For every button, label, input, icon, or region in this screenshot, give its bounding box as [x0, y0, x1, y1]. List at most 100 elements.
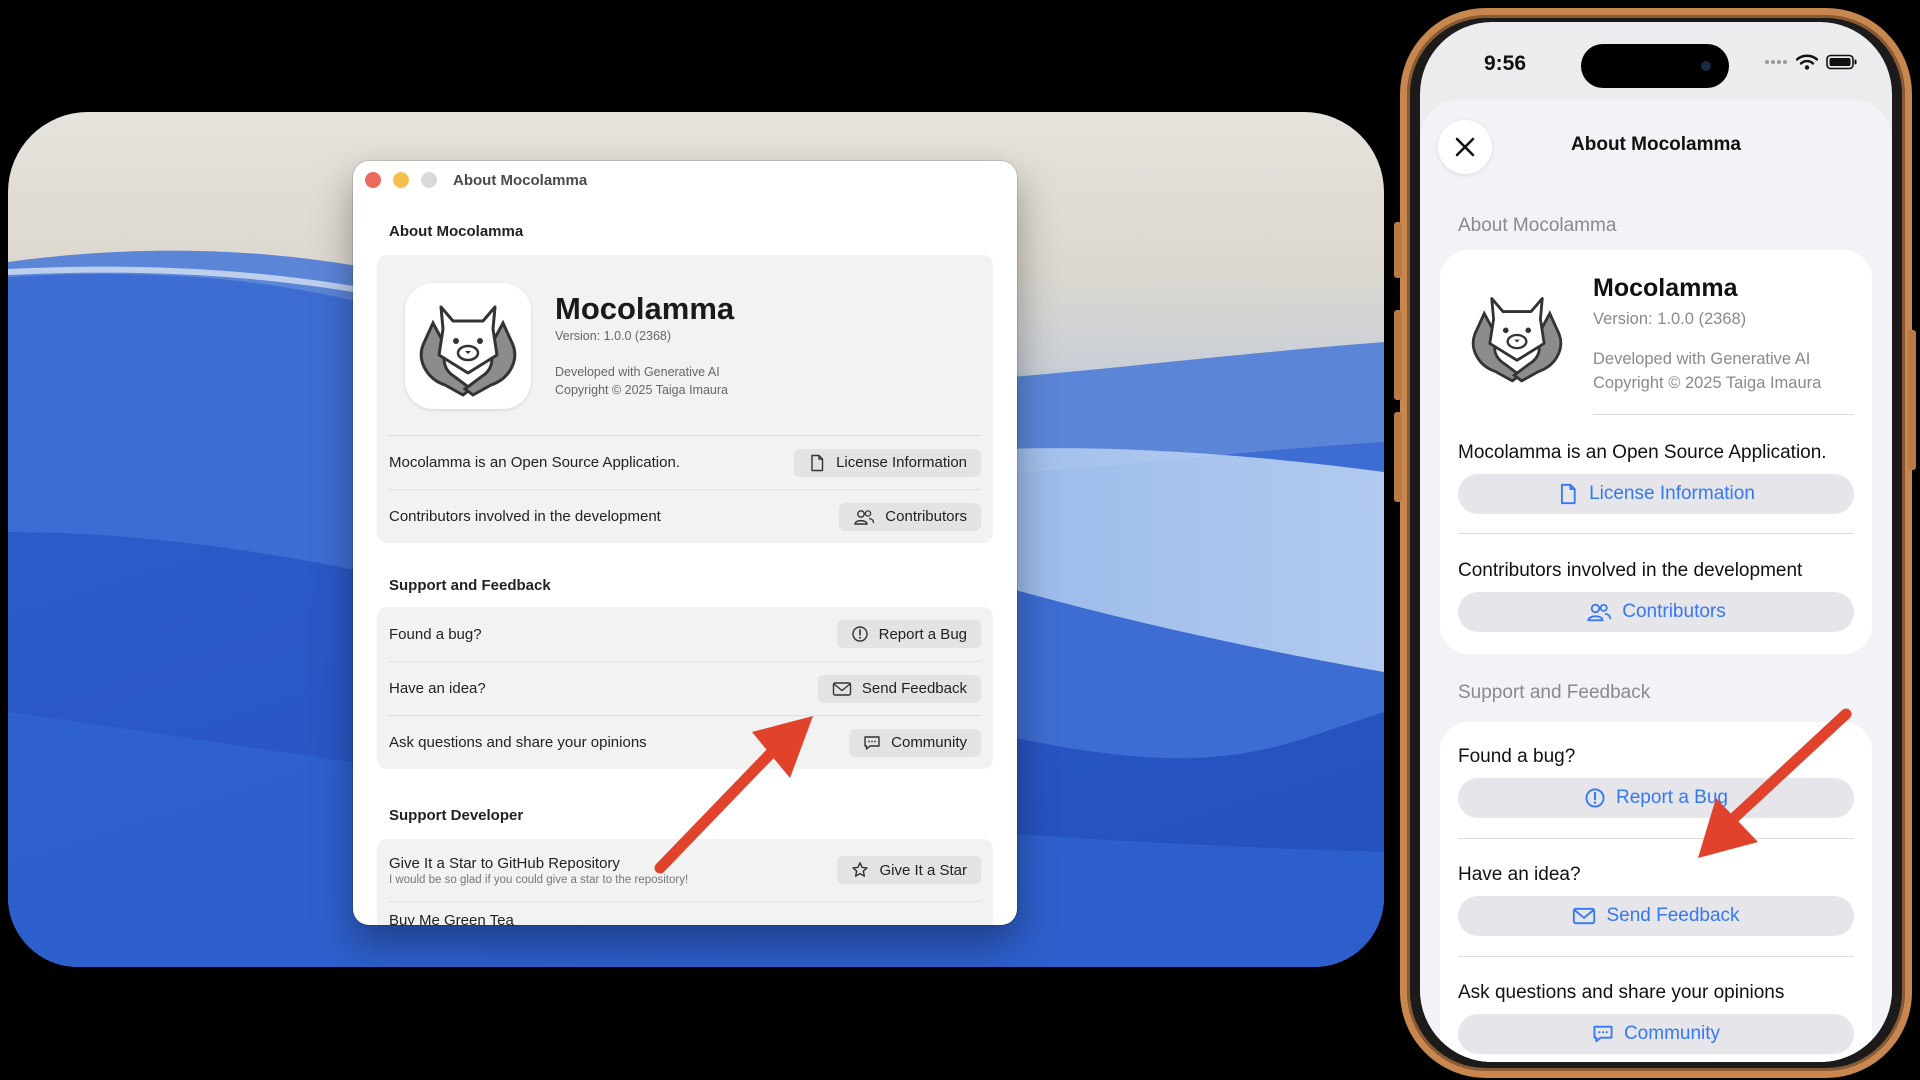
- p-idea-label: Have an idea?: [1458, 864, 1581, 885]
- window-title: About Mocolamma: [453, 172, 588, 189]
- section-title-support: Support and Feedback: [389, 577, 551, 594]
- chat-bubble-icon: [864, 735, 880, 750]
- star-row: Give It a Star to GitHub Repository I wo…: [389, 839, 981, 901]
- contributors-row: Contributors involved in the development…: [389, 489, 981, 543]
- p-contributors-button[interactable]: Contributors: [1458, 592, 1854, 632]
- iphone-screen: 9:56 About Mocolamma About Mocolamma Moc…: [1420, 22, 1892, 1062]
- status-time: 9:56: [1484, 52, 1527, 75]
- p-developed-text: Developed with Generative AI: [1593, 350, 1811, 368]
- p-section-about: About Mocolamma: [1458, 215, 1617, 236]
- contributors-button-label: Contributors: [885, 508, 967, 525]
- developed-text: Developed with Generative AI: [555, 365, 720, 379]
- envelope-icon: [832, 681, 852, 696]
- phone-action-button: [1394, 222, 1402, 278]
- exclamation-circle-icon: [851, 626, 868, 642]
- exclamation-circle-icon: [1585, 788, 1605, 808]
- dynamic-island: [1581, 44, 1729, 88]
- llama-wrench-icon: [419, 305, 517, 397]
- version-text: Version: 1.0.0 (2368): [555, 329, 672, 343]
- developer-card: Give It a Star to GitHub Repository I wo…: [377, 839, 993, 925]
- star-row-text: Give It a Star to GitHub Repository I wo…: [389, 855, 688, 886]
- p-version-text: Version: 1.0.0 (2368): [1593, 310, 1747, 328]
- send-feedback-button-label: Send Feedback: [861, 680, 967, 697]
- p-contributors-label: Contributors involved in the development: [1458, 560, 1803, 581]
- signal-dots-icon: [1765, 60, 1787, 64]
- idea-row-label: Have an idea?: [389, 680, 486, 697]
- document-icon: [1561, 483, 1576, 505]
- p-license-information-button[interactable]: License Information: [1458, 474, 1854, 514]
- status-icons: [1764, 54, 1858, 70]
- p-community-label: Ask questions and share your opinions: [1458, 982, 1785, 1003]
- people-icon: [1587, 603, 1612, 622]
- p-community-button-label: Community: [1623, 1023, 1721, 1044]
- copyright-text: Copyright © 2025 Taiga Imaura: [555, 383, 728, 397]
- license-button-label: License Information: [836, 454, 967, 471]
- bug-row: Found a bug? Report a Bug: [389, 607, 981, 661]
- window-titlebar: About Mocolamma: [353, 161, 1017, 201]
- document-icon: [811, 454, 824, 471]
- zoom-window-button[interactable]: [421, 172, 437, 188]
- phone-side-button: [1908, 330, 1916, 470]
- contributors-button[interactable]: Contributors: [839, 502, 981, 531]
- p-report-bug-button[interactable]: Report a Bug: [1458, 778, 1854, 818]
- sheet-title: About Mocolamma: [1571, 134, 1741, 155]
- star-icon: [852, 862, 869, 877]
- p-send-feedback-button-label: Send Feedback: [1606, 905, 1740, 926]
- report-bug-button[interactable]: Report a Bug: [836, 620, 981, 648]
- section-title-about: About Mocolamma: [389, 223, 524, 240]
- wifi-icon: [1796, 54, 1818, 70]
- about-card: Mocolamma Version: 1.0.0 (2368) Develope…: [377, 255, 993, 543]
- llama-wrench-icon: [1471, 297, 1563, 383]
- about-sheet: About Mocolamma About Mocolamma Mocolamm…: [1420, 100, 1892, 1062]
- license-information-button[interactable]: License Information: [794, 448, 981, 477]
- p-send-feedback-button[interactable]: Send Feedback: [1458, 896, 1854, 936]
- phone-volume-down-button: [1394, 412, 1402, 502]
- p-app-name: Mocolamma: [1593, 274, 1738, 302]
- p-support-card: Found a bug? Report a Bug Have an idea? …: [1440, 722, 1872, 1062]
- divider: [1458, 533, 1854, 534]
- license-row-label: Mocolamma is an Open Source Application.: [389, 454, 680, 471]
- camera-icon: [1701, 61, 1711, 71]
- chat-bubble-icon: [1593, 1025, 1613, 1043]
- p-contributors-button-label: Contributors: [1622, 601, 1726, 622]
- p-about-card: Mocolamma Version: 1.0.0 (2368) Develope…: [1440, 250, 1872, 654]
- community-row-label: Ask questions and share your opinions: [389, 734, 647, 751]
- minimize-window-button[interactable]: [393, 172, 409, 188]
- p-report-bug-button-label: Report a Bug: [1616, 787, 1728, 808]
- bug-row-label: Found a bug?: [389, 625, 482, 643]
- app-name: Mocolamma: [555, 291, 735, 326]
- divider: [1593, 414, 1854, 415]
- p-section-support: Support and Feedback: [1458, 682, 1651, 703]
- star-row-label: Give It a Star to GitHub Repository: [389, 854, 620, 872]
- p-app-icon: [1458, 276, 1576, 394]
- community-row: Ask questions and share your opinions Co…: [389, 715, 981, 769]
- app-icon: [405, 283, 531, 409]
- contributors-row-label: Contributors involved in the development: [389, 508, 661, 525]
- section-title-developer: Support Developer: [389, 807, 524, 824]
- composite-screenshot: About Mocolamma About Mocolamma Mocolamm…: [0, 0, 1920, 1080]
- give-star-button-label: Give It a Star: [879, 861, 967, 879]
- p-open-source-label: Mocolamma is an Open Source Application.: [1458, 442, 1827, 463]
- license-row: Mocolamma is an Open Source Application.…: [389, 435, 981, 489]
- community-button-label: Community: [891, 734, 967, 751]
- divider: [1458, 956, 1854, 957]
- p-bug-label: Found a bug?: [1458, 746, 1576, 767]
- report-bug-button-label: Report a Bug: [878, 625, 967, 643]
- about-window: About Mocolamma About Mocolamma Mocolamm…: [353, 161, 1017, 925]
- people-icon: [854, 509, 875, 525]
- close-window-button[interactable]: [365, 172, 381, 188]
- phone-volume-up-button: [1394, 310, 1402, 400]
- p-community-button[interactable]: Community: [1458, 1014, 1854, 1054]
- support-card: Found a bug? Report a Bug Have an idea? …: [377, 607, 993, 769]
- send-feedback-button[interactable]: Send Feedback: [817, 674, 981, 703]
- star-row-sublabel: I would be so glad if you could give a s…: [389, 873, 689, 886]
- idea-row: Have an idea? Send Feedback: [389, 661, 981, 715]
- p-license-button-label: License Information: [1589, 483, 1755, 504]
- community-button[interactable]: Community: [849, 728, 981, 757]
- green-tea-row-label: Buy Me Green Tea: [389, 912, 514, 925]
- give-star-button[interactable]: Give It a Star: [837, 856, 981, 884]
- battery-icon: [1826, 54, 1857, 70]
- p-copyright-text: Copyright © 2025 Taiga Imaura: [1593, 374, 1822, 392]
- divider: [1458, 838, 1854, 839]
- green-tea-row: Buy Me Green Tea: [389, 901, 981, 925]
